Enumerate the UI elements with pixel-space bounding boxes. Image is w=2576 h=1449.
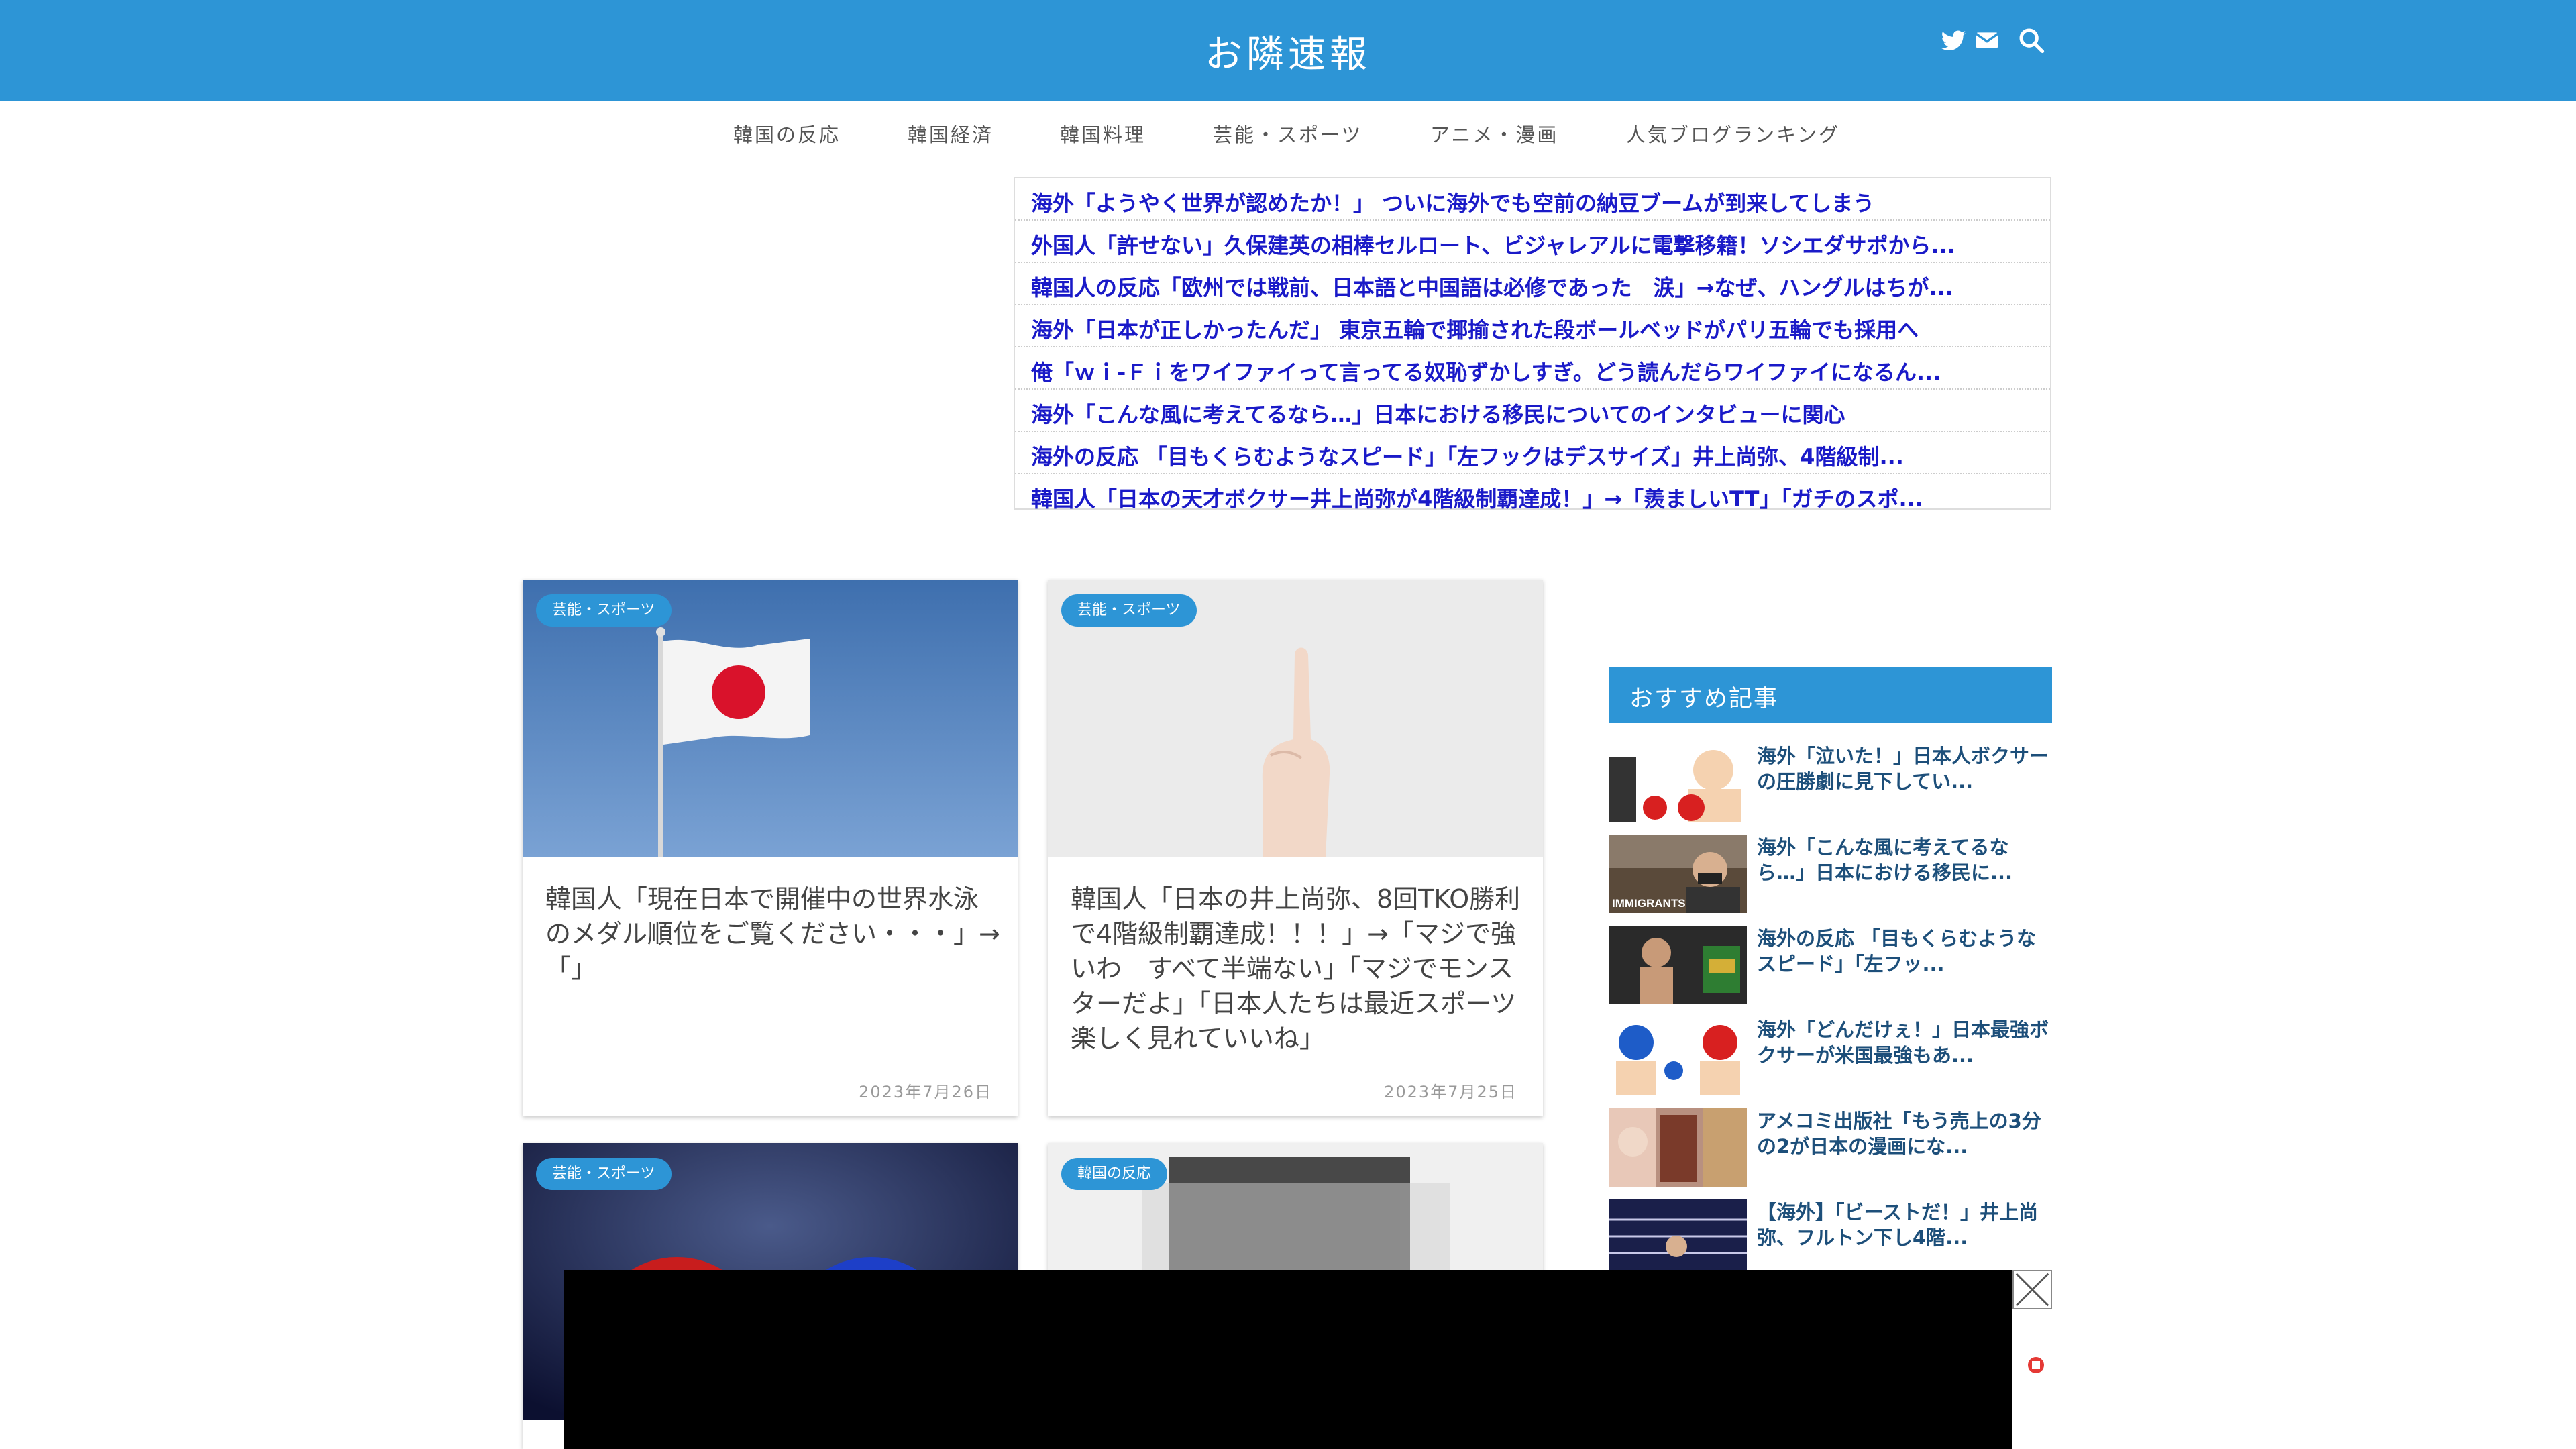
global-nav: 韓国の反応 韓国経済 韓国料理 芸能・スポーツ アニメ・漫画 人気ブログランキン… [0, 119, 2576, 146]
nav-item-blog-ranking[interactable]: 人気ブログランキング [1626, 119, 1840, 148]
headline-link[interactable]: 外国人「許せない」久保建英の相棒セルロート、ビジャレアルに電撃移籍！ソシエダサポ… [1031, 229, 2037, 260]
ad-info-icon[interactable] [2026, 1355, 2046, 1375]
sidebar-article-item[interactable]: アメコミ出版社「もう売上の3分の2が日本の漫画にな... [1609, 1108, 2052, 1187]
article-date: 2023年7月26日 [859, 1083, 992, 1102]
interview-photo-thumbnail[interactable]: IMMIGRANTS [1609, 835, 1747, 913]
sidebar-article-title[interactable]: 海外「こんな風に考えてるなら…」日本における移民に... [1757, 835, 2052, 885]
boxing-ring-thumbnail[interactable] [1609, 1199, 1747, 1278]
sidebar-article-item[interactable]: 海外の反応 「目もくらむようなスピード」「左フッ... [1609, 926, 2052, 1005]
sidebar-article-title[interactable]: 【海外】「ビーストだ！」井上尚弥、フルトン下し4階... [1757, 1199, 2052, 1250]
search-icon[interactable] [2018, 27, 2045, 54]
nav-item-anime-manga[interactable]: アニメ・漫画 [1430, 119, 1558, 148]
headline-link[interactable]: 韓国人の反応「欧州では戦前、日本語と中国語は必修であった 涙」→なぜ、ハングルは… [1031, 271, 2037, 302]
boxing-champion-thumbnail[interactable] [1609, 926, 1747, 1004]
article-date: 2023年7月25日 [1384, 1083, 1517, 1102]
headline-link[interactable]: 海外の反応 「目もくらむようなスピード」「左フックはデスサイズ」井上尚弥、4階級… [1031, 440, 2037, 471]
list-item[interactable]: 韓国人「日本の天才ボクサー井上尚弥が4階級制覇達成！」→「羨ましいTT」「ガチの… [1015, 474, 2050, 517]
twitter-icon[interactable] [1940, 27, 1967, 54]
list-item[interactable]: 外国人「許せない」久保建英の相棒セルロート、ビジャレアルに電撃移籍！ソシエダサポ… [1015, 221, 2050, 263]
nav-item-entertainment-sports[interactable]: 芸能・スポーツ [1213, 119, 1362, 148]
list-item[interactable]: 海外の反応 「目もくらむようなスピード」「左フックはデスサイズ」井上尚弥、4階級… [1015, 432, 2050, 474]
category-badge[interactable]: 韓国の反応 [1061, 1158, 1168, 1190]
sidebar-article-item[interactable]: IMMIGRANTS 海外「こんな風に考えてるなら…」日本における移民に... [1609, 835, 2052, 914]
category-badge[interactable]: 芸能・スポーツ [536, 594, 672, 627]
category-badge[interactable]: 芸能・スポーツ [536, 1158, 672, 1190]
headline-link[interactable]: 韓国人「日本の天才ボクサー井上尚弥が4階級制覇達成！」→「羨ましいTT」「ガチの… [1031, 482, 2037, 513]
sidebar-article-item[interactable]: 海外「泣いた！」日本人ボクサーの圧勝劇に見下してい... [1609, 743, 2052, 822]
nav-item-korea-reaction[interactable]: 韓国の反応 [733, 119, 841, 148]
site-header: お隣速報 [0, 0, 2576, 101]
article-title[interactable]: 韓国人「日本の井上尚弥、8回TKO勝利で4階級制覇達成！！！」→「マジで強いわ … [1071, 881, 1527, 1056]
manga-store-thumbnail[interactable] [1609, 1108, 1747, 1187]
close-icon[interactable] [2012, 1270, 2052, 1309]
thumbnail-caption: IMMIGRANTS [1612, 897, 1686, 910]
sidebar-article-title[interactable]: アメコミ出版社「もう売上の3分の2が日本の漫画にな... [1757, 1108, 2052, 1159]
boxers-illustration-thumbnail[interactable] [1609, 1017, 1747, 1095]
headline-list: 海外「ようやく世界が認めたか！」 ついに海外でも空前の納豆ブームが到来してしまう… [1014, 177, 2051, 512]
sidebar-article-item[interactable]: 【海外】「ビーストだ！」井上尚弥、フルトン下し4階... [1609, 1199, 2052, 1279]
sidebar-article-title[interactable]: 海外「どんだけぇ！」日本最強ボクサーが米国最強もあ... [1757, 1017, 2052, 1068]
category-badge[interactable]: 芸能・スポーツ [1061, 594, 1197, 627]
nav-item-korea-food[interactable]: 韓国料理 [1060, 119, 1146, 148]
headline-link[interactable]: 俺「ｗｉ-Ｆｉをワイファイって言ってる奴恥ずかしすぎ。どう読んだらワイファイにな… [1031, 356, 2037, 386]
article-card[interactable]: 芸能・スポーツ 韓国人「日本の井上尚弥、8回TKO勝利で4階級制覇達成！！！」→… [1048, 580, 1543, 1116]
ad-overlay-banner[interactable] [564, 1270, 2012, 1449]
list-item[interactable]: 俺「ｗｉ-Ｆｉをワイファイって言ってる奴恥ずかしすぎ。どう読んだらワイファイにな… [1015, 347, 2050, 390]
list-item[interactable]: 韓国人の反応「欧州では戦前、日本語と中国語は必修であった 涙」→なぜ、ハングルは… [1015, 263, 2050, 305]
sidebar-article-title[interactable]: 海外の反応 「目もくらむようなスピード」「左フッ... [1757, 926, 2052, 977]
article-title[interactable]: 韓国人「現在日本で開催中の世界水泳のメダル順位をご覧ください・・・」→「」 [545, 881, 1002, 986]
headline-link[interactable]: 海外「ようやく世界が認めたか！」 ついに海外でも空前の納豆ブームが到来してしまう [1031, 186, 2037, 217]
list-item[interactable]: 海外「ようやく世界が認めたか！」 ついに海外でも空前の納豆ブームが到来してしまう [1015, 178, 2050, 221]
nav-item-korea-economy[interactable]: 韓国経済 [908, 119, 994, 148]
site-title[interactable]: お隣速報 [0, 24, 2576, 78]
mail-icon[interactable] [1974, 27, 2000, 54]
sidebar-heading: おすすめ記事 [1609, 667, 2052, 723]
list-item[interactable]: 海外「日本が正しかったんだ」 東京五輪で揶揄された段ボールベッドがパリ五輪でも採… [1015, 305, 2050, 347]
list-item[interactable]: 海外「こんな風に考えてるなら…」日本における移民についてのインタビューに関心 [1015, 390, 2050, 432]
sidebar-article-item[interactable]: 海外「どんだけぇ！」日本最強ボクサーが米国最強もあ... [1609, 1017, 2052, 1096]
article-card[interactable]: 芸能・スポーツ 韓国人「現在日本で開催中の世界水泳のメダル順位をご覧ください・・… [523, 580, 1018, 1116]
sidebar-article-title[interactable]: 海外「泣いた！」日本人ボクサーの圧勝劇に見下してい... [1757, 743, 2052, 794]
headline-link[interactable]: 海外「日本が正しかったんだ」 東京五輪で揶揄された段ボールベッドがパリ五輪でも採… [1031, 313, 2037, 344]
headline-link[interactable]: 海外「こんな風に考えてるなら…」日本における移民についてのインタビューに関心 [1031, 398, 2037, 429]
sidebar-heading-label: おすすめ記事 [1629, 686, 1779, 712]
boxer-illustration-thumbnail[interactable] [1609, 743, 1747, 822]
